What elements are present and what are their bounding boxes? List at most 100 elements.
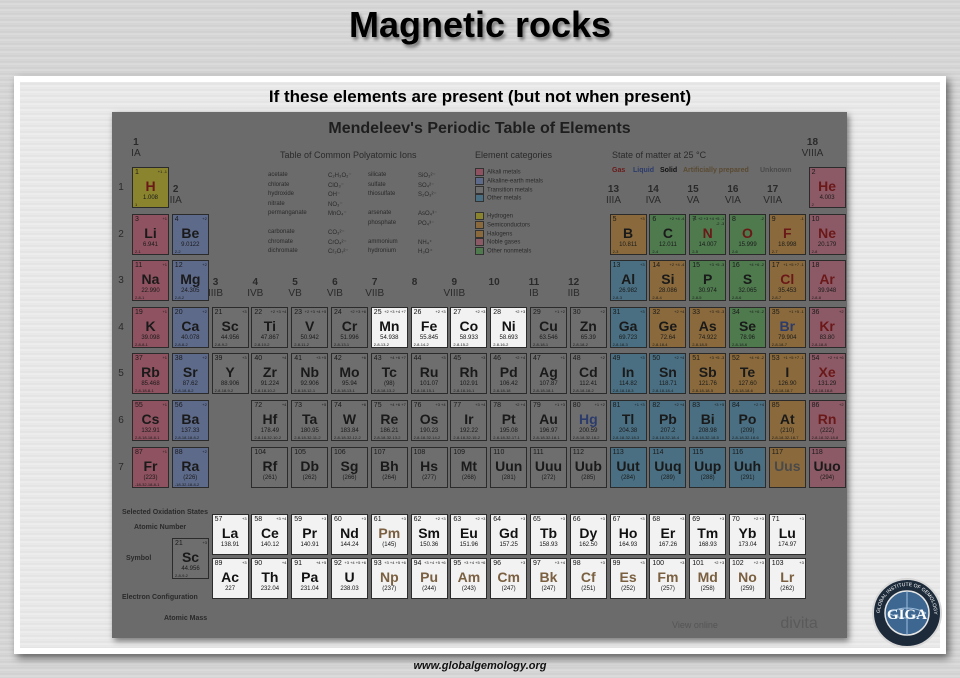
element-cell-bh[interactable]: 107 Bh (264) (370, 446, 408, 488)
element-cell-zn[interactable]: 30 +2 Zn 65.39 2-8-18-2 (569, 306, 607, 348)
element-cell-li[interactable]: 3 +1 Li 6.941 2-1 (132, 213, 169, 255)
element-cell-po[interactable]: 84 +2 +4 Po (209) 2-8-18-32-18-6 (729, 400, 766, 441)
element-cell-cf[interactable]: 98 +3 Cf (251) (569, 558, 607, 599)
element-cell-bk[interactable]: 97 +3 +4 Bk (247) (530, 558, 567, 599)
element-cell-uun[interactable]: 110 Uun (281) (490, 446, 528, 488)
element-cell-y[interactable]: 39 +3 Y 88.906 2-8-18-9-2 (211, 353, 249, 395)
element-cell-cu[interactable]: 29 +1 +2 Cu 63.546 2-8-18-1 (530, 306, 567, 348)
element-cell-cm[interactable]: 96 +3 Cm (247) (490, 558, 528, 599)
element-cell-nb[interactable]: 41 +3 +5 Nb 92.906 2-8-18-12-1 (291, 353, 329, 395)
element-cell-cd[interactable]: 48 +2 Cd 112.41 2-8-18-18-2 (569, 353, 607, 395)
element-cell-zr[interactable]: 40 +4 Zr 91.224 2-8-18-10-2 (251, 353, 289, 395)
element-cell-la[interactable]: 57 +3 La 138.91 (211, 514, 249, 555)
element-cell-at[interactable]: 85 At (210) 2-8-18-32-18-7 (768, 400, 806, 441)
element-cell-f[interactable]: 9 -1 F 18.998 2-7 (768, 213, 806, 255)
element-cell-w[interactable]: 74 +6 W 183.84 2-8-18-32-12-2 (331, 400, 368, 441)
element-cell-pb[interactable]: 82 +2 +4 Pb 207.2 2-8-18-32-18-4 (649, 400, 687, 441)
element-cell-hg[interactable]: 80 +1 +2 Hg 200.59 2-8-18-32-18-2 (569, 400, 607, 441)
element-cell-md[interactable]: 101 +2 +3 Md (258) (689, 558, 727, 599)
element-cell-ac[interactable]: 89 +3 Ac 227 (211, 558, 249, 599)
element-cell-tb[interactable]: 65 +3 Tb 158.93 (530, 514, 567, 555)
element-cell-re[interactable]: 75 +4 +6 +7 Re 186.21 2-8-18-32-13-2 (370, 400, 408, 441)
element-cell-cr[interactable]: 24 +2 +3 +6 Cr 51.996 2-8-13-1 (331, 306, 368, 348)
element-cell-c[interactable]: 6 +2 +4 -4 C 12.011 2-4 (649, 213, 687, 255)
element-cell-hf[interactable]: 72 +4 Hf 178.49 2-8-18-32-10-2 (251, 400, 289, 441)
element-cell-no[interactable]: 102 +2 +3 No (259) (729, 558, 766, 599)
element-cell-dy[interactable]: 66 +3 Dy 162.50 (569, 514, 607, 555)
element-cell-as[interactable]: 33 +3 +5 -3 As 74.922 2-8-18-5 (689, 306, 727, 348)
element-cell-ni[interactable]: 28 +2 +3 Ni 58.693 2-8-16-2 (490, 306, 528, 348)
element-cell-ho[interactable]: 67 +3 Ho 164.93 (609, 514, 647, 555)
element-cell-kr[interactable]: 36 +2 Kr 83.80 2-8-18-8 (808, 306, 846, 348)
element-cell-uuo[interactable]: 118 Uuo (294) (808, 446, 846, 488)
element-cell-fm[interactable]: 100 +3 Fm (257) (649, 558, 687, 599)
element-cell-pu[interactable]: 94 +3 +4 +5 +6 Pu (244) (410, 558, 448, 599)
element-cell-ru[interactable]: 44 +3 Ru 101.07 2-8-18-15-1 (410, 353, 448, 395)
element-cell-ra[interactable]: 88 +2 Ra (226) -18-32-18-8-2 (171, 446, 209, 488)
element-cell-in[interactable]: 49 +3 In 114.82 2-8-18-18-3 (609, 353, 647, 395)
element-cell-i[interactable]: 53 +1 +5 +7 -1 I 126.90 2-8-18-18-7 (768, 353, 806, 395)
element-cell-al[interactable]: 13 +3 Al 26.982 2-8-3 (609, 260, 647, 302)
element-cell-hs[interactable]: 108 Hs (277) (410, 446, 448, 488)
element-cell-eu[interactable]: 63 +2 +3 Eu 151.96 (450, 514, 488, 555)
element-cell-he[interactable]: 2 He 4.003 2 (808, 167, 846, 208)
element-cell-sc[interactable]: 21 +3 Sc 44.956 2-8-9-2 (211, 306, 249, 348)
element-cell-ca[interactable]: 20 +2 Ca 40.078 2-8-8-2 (171, 306, 209, 348)
footer-url[interactable]: www.globalgemology.org (0, 660, 960, 672)
element-cell-ir[interactable]: 77 +3 +4 Ir 192.22 2-8-18-32-15-2 (450, 400, 488, 441)
element-cell-rh[interactable]: 45 +3 Rh 102.91 2-8-18-16-1 (450, 353, 488, 395)
element-cell-pm[interactable]: 61 +3 Pm (145) (370, 514, 408, 555)
element-cell-er[interactable]: 68 +3 Er 167.26 (649, 514, 687, 555)
element-cell-fr[interactable]: 87 +1 Fr (223) -18-32-18-8-1 (132, 446, 169, 488)
element-cell-bi[interactable]: 83 +3 +5 Bi 208.98 2-8-18-32-18-5 (689, 400, 727, 441)
element-cell-nd[interactable]: 60 +3 Nd 144.24 (331, 514, 368, 555)
element-cell-rf[interactable]: 104 Rf (261) (251, 446, 289, 488)
element-cell-na[interactable]: 11 +1 Na 22.990 2-8-1 (132, 260, 169, 302)
element-cell-lu[interactable]: 71 +3 Lu 174.97 (768, 514, 806, 555)
element-cell-ta[interactable]: 73 +5 Ta 180.95 2-8-18-32-11-2 (291, 400, 329, 441)
element-cell-lr[interactable]: 103 +3 Lr (262) (768, 558, 806, 599)
element-cell-am[interactable]: 95 +3 +4 +5 +6 Am (243) (450, 558, 488, 599)
element-cell-pa[interactable]: 91 +4 +5 Pa 231.04 (291, 558, 329, 599)
element-cell-uut[interactable]: 113 Uut (284) (609, 446, 647, 488)
element-cell-sg[interactable]: 106 Sg (266) (331, 446, 368, 488)
element-cell-sm[interactable]: 62 +2 +3 Sm 150.36 (410, 514, 448, 555)
element-cell-uus[interactable]: 117 Uus (768, 446, 806, 488)
element-cell-sn[interactable]: 50 +2 +4 Sn 118.71 2-8-18-18-4 (649, 353, 687, 395)
element-cell-sb[interactable]: 51 +3 +5 -3 Sb 121.76 2-8-18-18-5 (689, 353, 727, 395)
element-cell-tc[interactable]: 43 +4 +6 +7 Tc (98) 2-8-18-13-2 (370, 353, 408, 395)
element-cell-pr[interactable]: 59 +3 Pr 140.91 (291, 514, 329, 555)
element-cell-pt[interactable]: 78 +2 +4 Pt 195.08 2-8-18-32-17-1 (490, 400, 528, 441)
element-cell-co[interactable]: 27 +2 +3 Co 58.933 2-8-15-2 (450, 306, 488, 348)
element-cell-b[interactable]: 5 +3 B 10.811 2-3 (609, 213, 647, 255)
element-cell-th[interactable]: 90 +4 Th 232.04 (251, 558, 289, 599)
element-cell-uuh[interactable]: 116 Uuh (291) (729, 446, 766, 488)
element-cell-si[interactable]: 14 +2 +4 -4 Si 28.086 2-8-4 (649, 260, 687, 302)
element-cell-mt[interactable]: 109 Mt (268) (450, 446, 488, 488)
element-cell-ne[interactable]: 10 Ne 20.179 2-8 (808, 213, 846, 255)
element-cell-np[interactable]: 93 +3 +4 +5 +6 Np (237) (370, 558, 408, 599)
element-cell-k[interactable]: 19 +1 K 39.098 2-8-8-1 (132, 306, 169, 348)
element-cell-u[interactable]: 92 +3 +4 +5 +6 U 238.03 (331, 558, 368, 599)
element-cell-mo[interactable]: 42 +6 Mo 95.94 2-8-18-13-1 (331, 353, 368, 395)
element-cell-uuq[interactable]: 114 Uuq (289) (649, 446, 687, 488)
element-cell-ba[interactable]: 56 +2 Ba 137.33 2-8-18-18-8-2 (171, 400, 209, 441)
element-cell-ti[interactable]: 22 +2 +3 +4 Ti 47.867 2-8-10-2 (251, 306, 289, 348)
element-cell-tm[interactable]: 69 +3 Tm 168.93 (689, 514, 727, 555)
element-cell-uuu[interactable]: 111 Uuu (272) (530, 446, 567, 488)
element-cell-ag[interactable]: 47 +1 Ag 107.87 2-8-18-18-1 (530, 353, 567, 395)
element-cell-n[interactable]: 7 +1 +2 +3 +4 +5 -1 -2 -3 N 14.007 2-5 (689, 213, 727, 255)
element-cell-xe[interactable]: 54 +2 +4 +6 Xe 131.29 2-8-18-18-8 (808, 353, 846, 395)
element-cell-os[interactable]: 76 +3 +4 Os 190.23 2-8-18-32-14-2 (410, 400, 448, 441)
element-cell-br[interactable]: 35 +1 +5 -1 Br 79.904 2-8-18-7 (768, 306, 806, 348)
element-cell-mn[interactable]: 25 +2 +3 +4 +7 Mn 54.938 2-8-13-2 (370, 306, 408, 348)
element-cell-au[interactable]: 79 +1 +3 Au 196.97 2-8-18-32-18-1 (530, 400, 567, 441)
element-cell-cs[interactable]: 55 +1 Cs 132.91 2-8-18-18-8-1 (132, 400, 169, 441)
element-cell-mg[interactable]: 12 +2 Mg 24.305 2-8-2 (171, 260, 209, 302)
element-cell-fe[interactable]: 26 +2 +3 Fe 55.845 2-8-14-2 (410, 306, 448, 348)
element-cell-se[interactable]: 34 +4 +6 -2 Se 78.96 2-8-18-6 (729, 306, 766, 348)
element-cell-tl[interactable]: 81 +1 +3 Tl 204.38 2-8-18-32-18-3 (609, 400, 647, 441)
element-cell-es[interactable]: 99 +3 Es (252) (609, 558, 647, 599)
element-cell-ar[interactable]: 18 Ar 39.948 2-8-8 (808, 260, 846, 302)
element-cell-sr[interactable]: 38 +2 Sr 87.62 2-8-18-8-2 (171, 353, 209, 395)
